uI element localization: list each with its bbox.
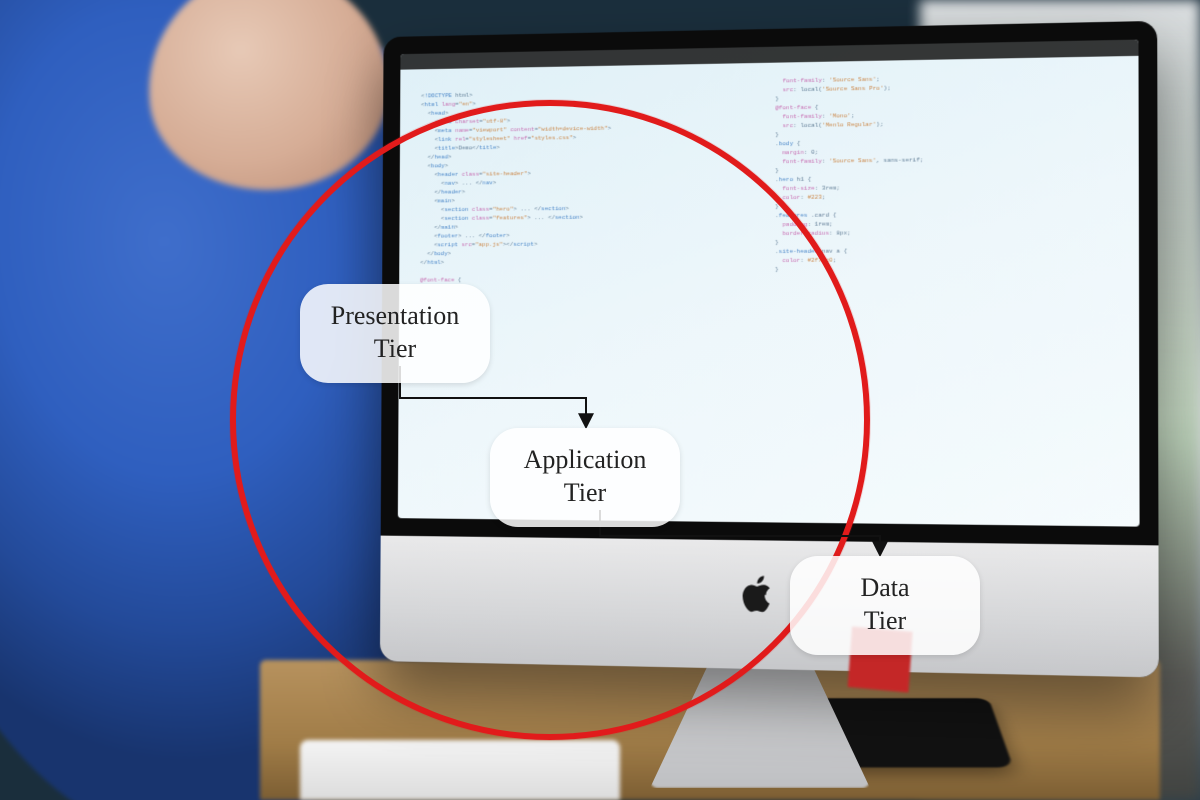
tier-label: Application [518, 444, 652, 477]
emphasis-circle [230, 100, 870, 740]
tier-label: Tier [818, 605, 952, 638]
tier-label: Tier [518, 477, 652, 510]
tier-node-data: Data Tier [790, 556, 980, 655]
macos-menubar [400, 40, 1138, 70]
tier-label: Presentation [328, 300, 462, 333]
tier-node-presentation: Presentation Tier [300, 284, 490, 383]
tier-label: Tier [328, 333, 462, 366]
scene: <!DOCTYPE html> <html lang="en"> <head> … [0, 0, 1200, 800]
tier-node-application: Application Tier [490, 428, 680, 527]
keyboard [300, 740, 620, 800]
tier-label: Data [818, 572, 952, 605]
